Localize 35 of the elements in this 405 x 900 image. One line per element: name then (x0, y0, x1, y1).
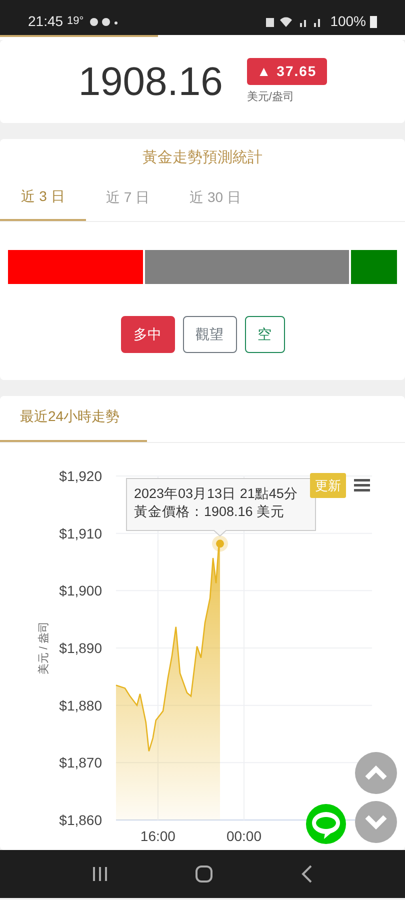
home-icon[interactable] (195, 865, 214, 883)
recent-apps-icon[interactable] (92, 866, 108, 882)
x-tick-label: 00:00 (226, 828, 262, 844)
period-tab[interactable]: 近 30 日 (170, 178, 261, 220)
battery-percent: 100% (330, 12, 366, 31)
axis-title: 美元 / 盎司 (38, 621, 50, 675)
menu-icon[interactable] (354, 478, 370, 492)
status-time: 21:45 (28, 12, 64, 31)
back-icon[interactable] (301, 865, 314, 883)
vote-button[interactable]: 多中 (120, 316, 174, 352)
price-unit: 美元/盎司 (246, 90, 294, 105)
price-change: ▲ 37.65 (246, 58, 327, 85)
y-tick-label: $1,860 (59, 812, 102, 828)
y-tick-label: $1,920 (59, 468, 102, 484)
period-tab[interactable]: 近 3 日 (0, 178, 86, 220)
battery-icon (370, 15, 377, 28)
section-title: 黃金走勢預測統計 (142, 148, 264, 168)
y-tick-label: $1,870 (59, 754, 102, 771)
price-value: 1908.16 (78, 62, 223, 102)
data-point-marker (212, 536, 228, 552)
chevron-up-icon (364, 765, 388, 781)
y-tick-label: $1,880 (59, 697, 102, 714)
x-tick-label: 16:00 (140, 828, 176, 844)
period-tab[interactable]: 近 7 日 (86, 178, 170, 220)
temperature: 19° (67, 14, 84, 30)
refresh-button[interactable]: 更新 (310, 473, 346, 498)
vote-button[interactable]: 空 (244, 316, 284, 352)
y-tick-label: $1,890 (59, 640, 102, 656)
chevron-down-icon (364, 814, 388, 830)
vote-button[interactable]: 觀望 (182, 316, 236, 352)
notification-icon (88, 16, 118, 28)
y-tick-label: $1,900 (59, 582, 102, 599)
y-tick-label: $1,910 (59, 525, 102, 542)
chart-tab[interactable]: 最近24小時走勢 (0, 396, 147, 442)
chart-tooltip: 2023年03月13日 21點45分 黃金價格：1908.16 美元 (126, 478, 316, 537)
